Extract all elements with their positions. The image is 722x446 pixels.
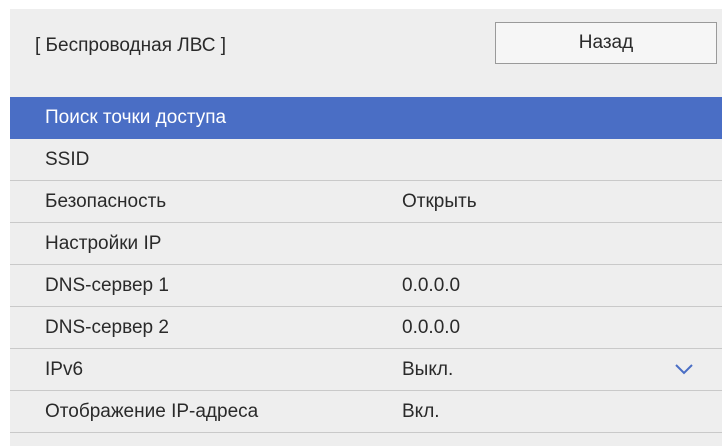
menu-item-label: IPv6 <box>45 359 84 380</box>
menu-item-label: Настройки IP <box>45 233 162 254</box>
menu-item-label: Отображение IP-адреса <box>45 401 259 422</box>
menu-item-value: Выкл. <box>402 359 454 380</box>
menu-item-ipv6[interactable]: IPv6 Выкл. <box>10 349 722 391</box>
menu-item-label: DNS-сервер 2 <box>45 317 169 338</box>
menu-item-value: 0.0.0.0 <box>402 317 461 338</box>
menu-item-ip-address-display[interactable]: Отображение IP-адреса Вкл. <box>10 391 722 433</box>
panel-header: [ Беспроводная ЛВС ] Назад <box>10 9 722 97</box>
settings-menu: Поиск точки доступа SSID Безопасность От… <box>10 97 722 433</box>
wireless-lan-panel: [ Беспроводная ЛВС ] Назад Поиск точки д… <box>10 9 722 446</box>
page-title: [ Беспроводная ЛВС ] <box>35 35 227 56</box>
menu-item-label: SSID <box>45 149 90 170</box>
menu-item-dns-server-2[interactable]: DNS-сервер 2 0.0.0.0 <box>10 307 722 349</box>
menu-item-value: Открыть <box>402 191 477 212</box>
menu-item-label: DNS-сервер 1 <box>45 275 169 296</box>
menu-item-value: Вкл. <box>402 401 440 422</box>
chevron-down-icon[interactable] <box>674 362 694 376</box>
menu-item-access-point-search[interactable]: Поиск точки доступа <box>10 97 722 139</box>
menu-item-label: Поиск точки доступа <box>45 107 227 128</box>
menu-item-ip-settings[interactable]: Настройки IP <box>10 223 722 265</box>
menu-item-value: 0.0.0.0 <box>402 275 461 296</box>
menu-item-security[interactable]: Безопасность Открыть <box>10 181 722 223</box>
menu-item-dns-server-1[interactable]: DNS-сервер 1 0.0.0.0 <box>10 265 722 307</box>
back-button[interactable]: Назад <box>495 22 717 64</box>
menu-item-label: Безопасность <box>45 191 167 212</box>
menu-item-ssid[interactable]: SSID <box>10 139 722 181</box>
